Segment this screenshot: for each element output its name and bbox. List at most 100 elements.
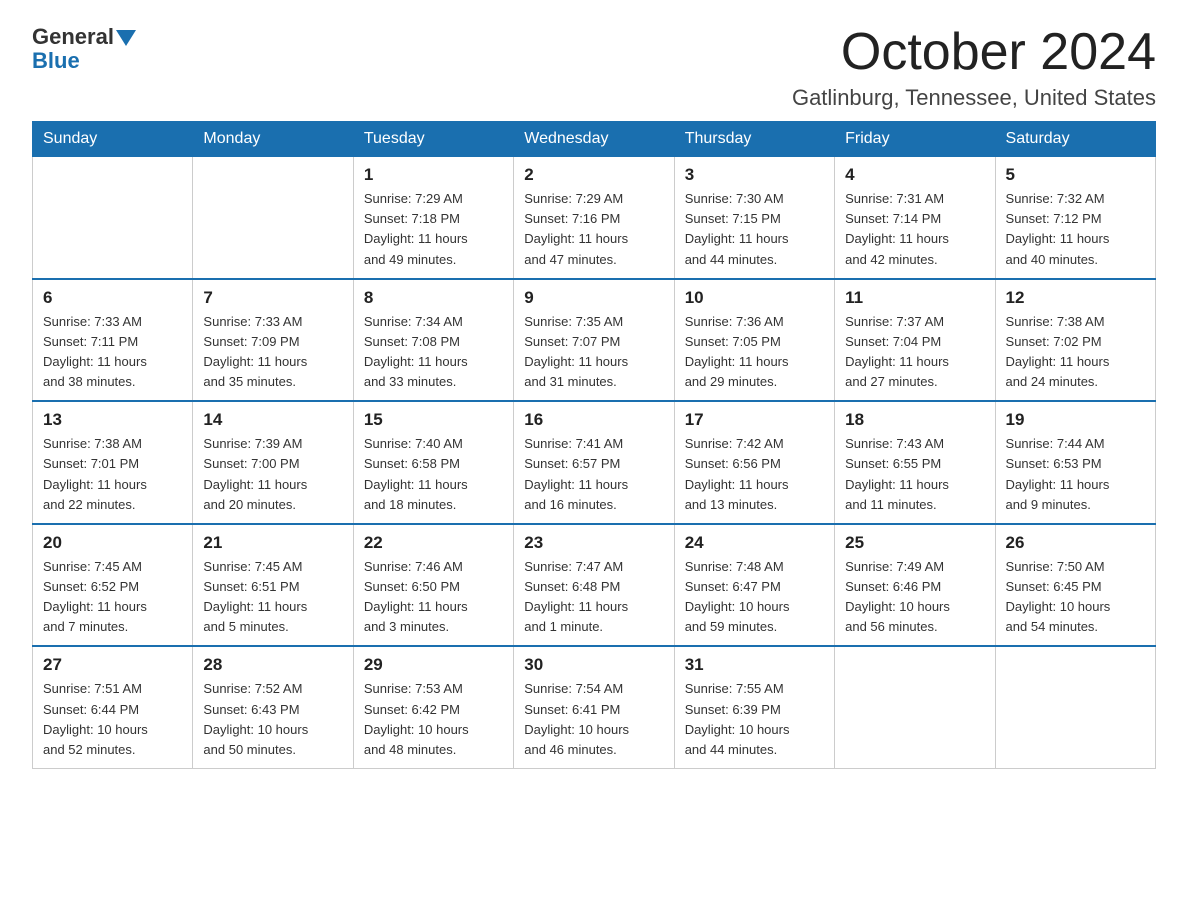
calendar-week-row-5: 27 Sunrise: 7:51 AM Sunset: 6:44 PM Dayli… (33, 646, 1156, 768)
day-info: Sunrise: 7:44 AM Sunset: 6:53 PM Dayligh… (1006, 434, 1145, 515)
calendar-cell: 10 Sunrise: 7:36 AM Sunset: 7:05 PM Dayli… (674, 279, 834, 402)
calendar-cell: 3Sunrise: 7:30 AM Sunset: 7:15 PM Daylig… (674, 157, 834, 279)
weekday-header-row: SundayMondayTuesdayWednesdayThursdayFrid… (33, 122, 1156, 157)
weekday-header-tuesday: Tuesday (353, 122, 513, 157)
day-number: 7 (203, 288, 342, 308)
day-number: 1 (364, 165, 503, 185)
day-number: 15 (364, 410, 503, 430)
day-number: 21 (203, 533, 342, 553)
day-number: 16 (524, 410, 663, 430)
calendar-cell (995, 646, 1155, 768)
day-number: 17 (685, 410, 824, 430)
calendar-cell: 6 Sunrise: 7:33 AM Sunset: 7:11 PM Daylig… (33, 279, 193, 402)
day-info: Sunrise: 7:53 AM Sunset: 6:42 PM Dayligh… (364, 679, 503, 760)
day-number: 20 (43, 533, 182, 553)
day-info: Sunrise: 7:29 AM Sunset: 7:18 PM Dayligh… (364, 189, 503, 270)
location-title: Gatlinburg, Tennessee, United States (792, 85, 1156, 111)
weekday-header-sunday: Sunday (33, 122, 193, 157)
day-number: 6 (43, 288, 182, 308)
day-number: 12 (1006, 288, 1145, 308)
calendar-cell: 16Sunrise: 7:41 AM Sunset: 6:57 PM Dayli… (514, 401, 674, 524)
day-number: 11 (845, 288, 984, 308)
weekday-header-monday: Monday (193, 122, 353, 157)
calendar-cell: 11Sunrise: 7:37 AM Sunset: 7:04 PM Dayli… (835, 279, 995, 402)
calendar-cell: 2 Sunrise: 7:29 AM Sunset: 7:16 PM Daylig… (514, 157, 674, 279)
day-number: 5 (1006, 165, 1145, 185)
day-number: 28 (203, 655, 342, 675)
calendar-cell: 31Sunrise: 7:55 AM Sunset: 6:39 PM Dayli… (674, 646, 834, 768)
calendar-week-row-1: 1 Sunrise: 7:29 AM Sunset: 7:18 PM Daylig… (33, 157, 1156, 279)
day-number: 26 (1006, 533, 1145, 553)
day-number: 24 (685, 533, 824, 553)
calendar-cell: 20 Sunrise: 7:45 AM Sunset: 6:52 PM Dayli… (33, 524, 193, 647)
calendar-cell: 29 Sunrise: 7:53 AM Sunset: 6:42 PM Dayli… (353, 646, 513, 768)
day-info: Sunrise: 7:40 AM Sunset: 6:58 PM Dayligh… (364, 434, 503, 515)
day-info: Sunrise: 7:32 AM Sunset: 7:12 PM Dayligh… (1006, 189, 1145, 270)
day-info: Sunrise: 7:39 AM Sunset: 7:00 PM Dayligh… (203, 434, 342, 515)
day-number: 31 (685, 655, 824, 675)
day-info: Sunrise: 7:48 AM Sunset: 6:47 PM Dayligh… (685, 557, 824, 638)
day-info: Sunrise: 7:51 AM Sunset: 6:44 PM Dayligh… (43, 679, 182, 760)
logo-blue-text: Blue (32, 48, 80, 74)
calendar-cell: 22Sunrise: 7:46 AM Sunset: 6:50 PM Dayli… (353, 524, 513, 647)
calendar-cell: 9 Sunrise: 7:35 AM Sunset: 7:07 PM Daylig… (514, 279, 674, 402)
day-info: Sunrise: 7:46 AM Sunset: 6:50 PM Dayligh… (364, 557, 503, 638)
day-number: 30 (524, 655, 663, 675)
day-number: 4 (845, 165, 984, 185)
day-number: 9 (524, 288, 663, 308)
day-info: Sunrise: 7:36 AM Sunset: 7:05 PM Dayligh… (685, 312, 824, 393)
day-number: 23 (524, 533, 663, 553)
calendar-cell: 4Sunrise: 7:31 AM Sunset: 7:14 PM Daylig… (835, 157, 995, 279)
calendar-cell: 19 Sunrise: 7:44 AM Sunset: 6:53 PM Dayli… (995, 401, 1155, 524)
weekday-header-wednesday: Wednesday (514, 122, 674, 157)
calendar-cell: 26Sunrise: 7:50 AM Sunset: 6:45 PM Dayli… (995, 524, 1155, 647)
calendar-cell: 8Sunrise: 7:34 AM Sunset: 7:08 PM Daylig… (353, 279, 513, 402)
day-info: Sunrise: 7:29 AM Sunset: 7:16 PM Dayligh… (524, 189, 663, 270)
day-number: 19 (1006, 410, 1145, 430)
day-info: Sunrise: 7:45 AM Sunset: 6:52 PM Dayligh… (43, 557, 182, 638)
calendar-cell (193, 157, 353, 279)
header: General Blue October 2024 Gatlinburg, Te… (32, 24, 1156, 111)
day-number: 3 (685, 165, 824, 185)
calendar-cell: 15 Sunrise: 7:40 AM Sunset: 6:58 PM Dayli… (353, 401, 513, 524)
calendar-cell: 27 Sunrise: 7:51 AM Sunset: 6:44 PM Dayli… (33, 646, 193, 768)
weekday-header-saturday: Saturday (995, 122, 1155, 157)
day-info: Sunrise: 7:42 AM Sunset: 6:56 PM Dayligh… (685, 434, 824, 515)
day-info: Sunrise: 7:33 AM Sunset: 7:09 PM Dayligh… (203, 312, 342, 393)
calendar-cell: 17 Sunrise: 7:42 AM Sunset: 6:56 PM Dayli… (674, 401, 834, 524)
day-info: Sunrise: 7:35 AM Sunset: 7:07 PM Dayligh… (524, 312, 663, 393)
calendar-cell: 21 Sunrise: 7:45 AM Sunset: 6:51 PM Dayli… (193, 524, 353, 647)
calendar-cell: 14Sunrise: 7:39 AM Sunset: 7:00 PM Dayli… (193, 401, 353, 524)
day-info: Sunrise: 7:52 AM Sunset: 6:43 PM Dayligh… (203, 679, 342, 760)
calendar-cell: 23 Sunrise: 7:47 AM Sunset: 6:48 PM Dayli… (514, 524, 674, 647)
calendar-cell (33, 157, 193, 279)
day-info: Sunrise: 7:38 AM Sunset: 7:01 PM Dayligh… (43, 434, 182, 515)
day-info: Sunrise: 7:49 AM Sunset: 6:46 PM Dayligh… (845, 557, 984, 638)
calendar-cell: 28 Sunrise: 7:52 AM Sunset: 6:43 PM Dayli… (193, 646, 353, 768)
day-info: Sunrise: 7:54 AM Sunset: 6:41 PM Dayligh… (524, 679, 663, 760)
calendar-cell: 13 Sunrise: 7:38 AM Sunset: 7:01 PM Dayli… (33, 401, 193, 524)
calendar-cell: 5 Sunrise: 7:32 AM Sunset: 7:12 PM Daylig… (995, 157, 1155, 279)
title-block: October 2024 Gatlinburg, Tennessee, Unit… (792, 24, 1156, 111)
day-info: Sunrise: 7:45 AM Sunset: 6:51 PM Dayligh… (203, 557, 342, 638)
day-number: 13 (43, 410, 182, 430)
day-number: 29 (364, 655, 503, 675)
day-info: Sunrise: 7:33 AM Sunset: 7:11 PM Dayligh… (43, 312, 182, 393)
calendar-week-row-3: 13 Sunrise: 7:38 AM Sunset: 7:01 PM Dayli… (33, 401, 1156, 524)
day-number: 25 (845, 533, 984, 553)
day-number: 2 (524, 165, 663, 185)
day-info: Sunrise: 7:47 AM Sunset: 6:48 PM Dayligh… (524, 557, 663, 638)
logo-arrow-icon (116, 30, 136, 46)
calendar-cell: 1 Sunrise: 7:29 AM Sunset: 7:18 PM Daylig… (353, 157, 513, 279)
calendar-cell: 30 Sunrise: 7:54 AM Sunset: 6:41 PM Dayli… (514, 646, 674, 768)
day-number: 10 (685, 288, 824, 308)
calendar-cell: 18 Sunrise: 7:43 AM Sunset: 6:55 PM Dayli… (835, 401, 995, 524)
calendar-cell (835, 646, 995, 768)
calendar-week-row-4: 20 Sunrise: 7:45 AM Sunset: 6:52 PM Dayli… (33, 524, 1156, 647)
day-number: 27 (43, 655, 182, 675)
calendar-table: SundayMondayTuesdayWednesdayThursdayFrid… (32, 121, 1156, 769)
day-info: Sunrise: 7:43 AM Sunset: 6:55 PM Dayligh… (845, 434, 984, 515)
weekday-header-thursday: Thursday (674, 122, 834, 157)
calendar-cell: 12Sunrise: 7:38 AM Sunset: 7:02 PM Dayli… (995, 279, 1155, 402)
day-number: 18 (845, 410, 984, 430)
